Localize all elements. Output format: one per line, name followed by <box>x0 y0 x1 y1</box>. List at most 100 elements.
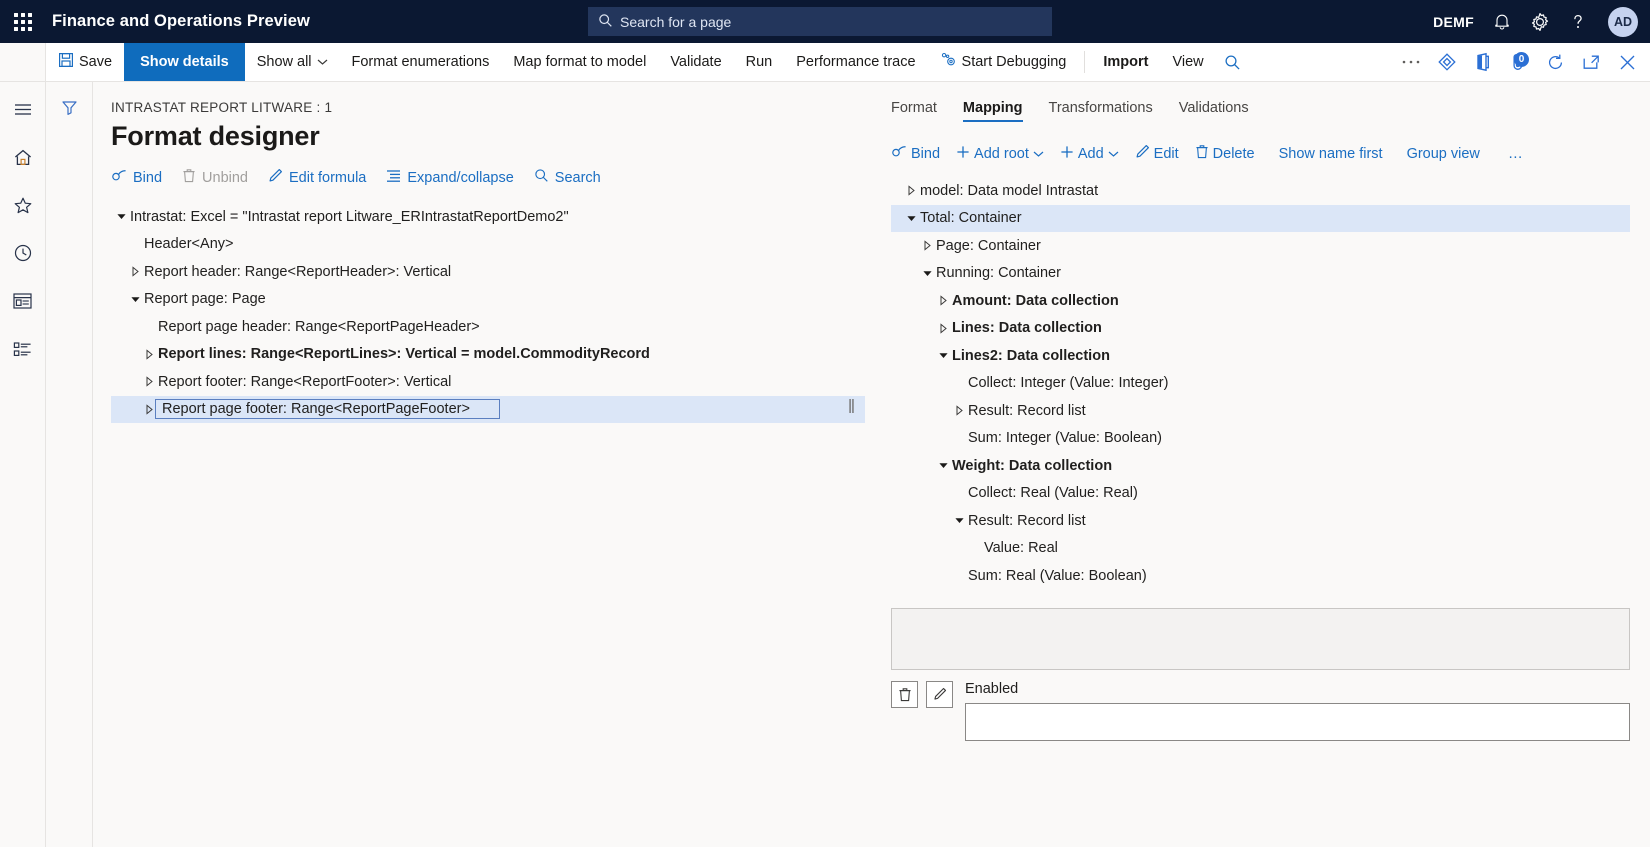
mapping-tree-row[interactable]: Sum: Integer (Value: Boolean) <box>891 425 1630 453</box>
office-app-icon[interactable] <box>1466 43 1500 82</box>
tab-validations[interactable]: Validations <box>1179 100 1249 122</box>
format-enumerations-button[interactable]: Format enumerations <box>340 43 502 81</box>
format-expand-collapse-label: Expand/collapse <box>407 169 514 186</box>
open-in-new-window-icon[interactable] <box>1574 43 1608 82</box>
map-format-to-model-button[interactable]: Map format to model <box>501 43 658 81</box>
format-search-button[interactable]: Search <box>534 168 601 187</box>
filter-funnel-icon[interactable] <box>55 94 83 120</box>
mapping-overflow-icon[interactable]: … <box>1504 145 1529 162</box>
mapping-tree-row[interactable]: Amount: Data collection <box>891 287 1630 315</box>
format-unbind-button[interactable]: Unbind <box>182 168 248 187</box>
tree-twisty-icon[interactable] <box>951 516 968 525</box>
mapping-tree-row[interactable]: Collect: Integer (Value: Integer) <box>891 370 1630 398</box>
show-all-dropdown[interactable]: Show all <box>245 43 340 81</box>
mapping-tree-row[interactable]: Result: Record list <box>891 397 1630 425</box>
enabled-input[interactable] <box>965 702 1630 741</box>
mapping-tree-row[interactable]: Result: Record list <box>891 507 1630 535</box>
performance-trace-button[interactable]: Performance trace <box>784 43 927 81</box>
show-details-button[interactable]: Show details <box>124 43 245 81</box>
attachments-icon[interactable]: 0 <box>1502 43 1536 82</box>
workspace-icon[interactable] <box>8 286 38 316</box>
tree-twisty-icon[interactable] <box>903 214 920 223</box>
mapping-tree-row[interactable]: Collect: Real (Value: Real) <box>891 480 1630 508</box>
page-title: Format designer <box>111 121 320 151</box>
save-button[interactable]: Save <box>46 43 124 81</box>
star-icon[interactable] <box>8 190 38 220</box>
settings-gear-icon[interactable] <box>1530 12 1550 32</box>
top-bar-right-group: DEMF AD <box>1433 0 1638 43</box>
mapping-tree-row[interactable]: model: Data model Intrastat <box>891 177 1630 205</box>
notifications-bell-icon[interactable] <box>1493 12 1511 31</box>
format-tree-row[interactable]: Report page header: Range<ReportPageHead… <box>111 313 865 341</box>
format-tree-row[interactable]: Report header: Range<ReportHeader>: Vert… <box>111 258 865 286</box>
format-tree-row[interactable]: Header<Any> <box>111 231 865 259</box>
start-debugging-button[interactable]: Start Debugging <box>928 43 1079 81</box>
tree-twisty-icon[interactable] <box>127 295 144 304</box>
format-tree-row[interactable]: Intrastat: Excel = "Intrastat report Lit… <box>111 203 865 231</box>
mapping-edit-button[interactable]: Edit <box>1135 144 1179 163</box>
toolbar-search-icon[interactable] <box>1216 43 1250 82</box>
edit-enabled-button[interactable] <box>926 680 953 708</box>
hamburger-menu-icon[interactable] <box>8 94 38 124</box>
mapping-tree-row[interactable]: Running: Container <box>891 260 1630 288</box>
format-tree-row[interactable]: Report page footer: Range<ReportPageFoot… <box>111 395 865 423</box>
format-tree-row[interactable]: Report lines: Range<ReportLines>: Vertic… <box>111 341 865 369</box>
home-icon[interactable] <box>8 142 38 172</box>
format-tree-row[interactable]: Report footer: Range<ReportFooter>: Vert… <box>111 368 865 396</box>
close-icon[interactable] <box>1610 43 1644 82</box>
mapping-tree-row[interactable]: Value: Real <box>891 535 1630 563</box>
view-menu-button[interactable]: View <box>1160 43 1215 81</box>
format-tree-row[interactable]: Report page: Page <box>111 286 865 314</box>
pane-splitter-handle[interactable]: || <box>847 392 855 418</box>
power-apps-icon[interactable] <box>1430 43 1464 82</box>
mapping-show-name-first-button[interactable]: Show name first <box>1279 146 1383 162</box>
validate-button[interactable]: Validate <box>658 43 733 81</box>
mapping-pane: || Format Mapping Transformations Validatio… <box>848 82 1650 847</box>
mapping-delete-button[interactable]: Delete <box>1195 144 1255 163</box>
tree-twisty-icon[interactable] <box>919 269 936 278</box>
format-edit-formula-button[interactable]: Edit formula <box>268 168 366 187</box>
expression-textarea[interactable] <box>891 607 1630 670</box>
mapping-tree-row[interactable]: Lines: Data collection <box>891 315 1630 343</box>
overflow-ellipsis-icon[interactable] <box>1394 43 1428 82</box>
tree-twisty-icon[interactable] <box>127 266 144 277</box>
run-button[interactable]: Run <box>734 43 785 81</box>
mapping-tree-row[interactable]: Weight: Data collection <box>891 452 1630 480</box>
refresh-icon[interactable] <box>1538 43 1572 82</box>
delete-enabled-button[interactable] <box>891 680 918 708</box>
mapping-group-view-button[interactable]: Group view <box>1407 146 1480 162</box>
mapping-tree-row[interactable]: Total: Container <box>891 204 1630 232</box>
tree-twisty-icon[interactable] <box>113 212 130 221</box>
clock-icon[interactable] <box>8 238 38 268</box>
mapping-add-button[interactable]: Add <box>1060 145 1119 163</box>
mapping-tree-row[interactable]: Sum: Real (Value: Boolean) <box>891 562 1630 590</box>
mapping-tree-row[interactable]: Lines2: Data collection <box>891 342 1630 370</box>
tree-twisty-icon[interactable] <box>951 405 968 416</box>
tree-twisty-icon[interactable] <box>935 295 952 306</box>
mapping-tree-row-label: Sum: Real (Value: Boolean) <box>968 567 1147 584</box>
mapping-tree: model: Data model Intrastat Total: Contai… <box>891 177 1630 590</box>
mapping-bind-button[interactable]: Bind <box>891 145 940 163</box>
tree-twisty-icon[interactable] <box>141 349 158 360</box>
import-button[interactable]: Import <box>1091 43 1160 81</box>
tab-format[interactable]: Format <box>891 100 937 122</box>
chevron-down-icon <box>317 54 328 70</box>
tree-twisty-icon[interactable] <box>935 323 952 334</box>
tree-twisty-icon[interactable] <box>141 376 158 387</box>
company-selector[interactable]: DEMF <box>1433 14 1474 30</box>
global-search-box[interactable]: Search for a page <box>588 7 1052 36</box>
format-bind-button[interactable]: Bind <box>111 169 162 187</box>
tab-mapping[interactable]: Mapping <box>962 100 1023 122</box>
modules-list-icon[interactable] <box>8 334 38 364</box>
mapping-tree-row[interactable]: Page: Container <box>891 232 1630 260</box>
tree-twisty-icon[interactable] <box>935 351 952 360</box>
tree-twisty-icon[interactable] <box>919 240 936 251</box>
format-expand-collapse-button[interactable]: Expand/collapse <box>386 169 514 187</box>
tree-twisty-icon[interactable] <box>935 461 952 470</box>
tab-transformations[interactable]: Transformations <box>1049 100 1153 122</box>
user-avatar[interactable]: AD <box>1608 6 1638 37</box>
help-question-icon[interactable] <box>1569 12 1587 31</box>
app-launcher-icon[interactable] <box>0 12 46 31</box>
mapping-add-root-button[interactable]: Add root <box>956 145 1044 163</box>
tree-twisty-icon[interactable] <box>903 185 920 196</box>
